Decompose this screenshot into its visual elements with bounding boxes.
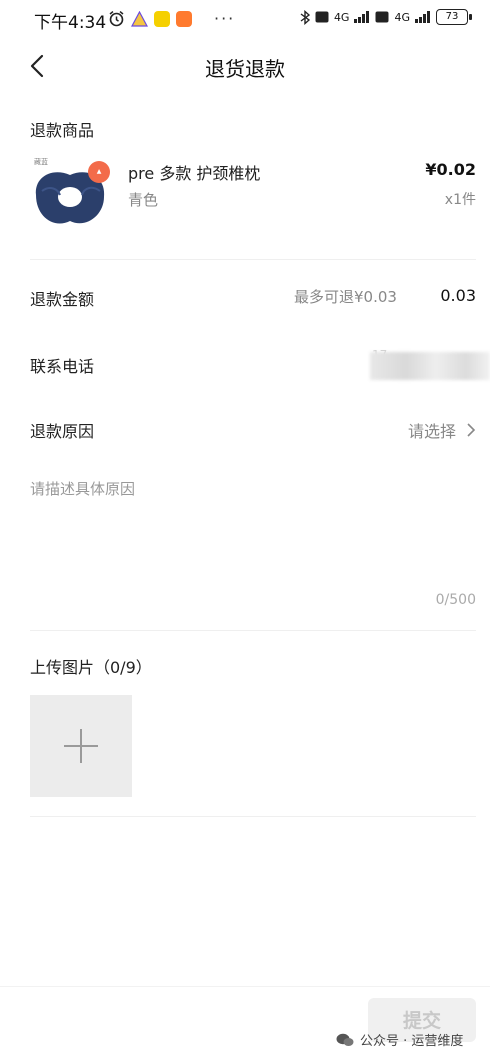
description-textarea[interactable] <box>30 478 476 614</box>
watermark-text: 公众号 · 运营维度 <box>360 1034 464 1049</box>
more-notifications-icon: ··· <box>214 9 236 28</box>
product-variant: 青色 <box>128 191 159 209</box>
divider <box>30 630 476 631</box>
promo-badge: ▲ <box>88 161 110 183</box>
wechat-icon <box>336 1033 354 1046</box>
hd-icon <box>315 11 329 23</box>
signal-icon <box>415 11 430 23</box>
divider <box>30 816 476 817</box>
status-bar: 下午4:34 ··· 4G 4G 73 <box>0 0 490 38</box>
signal-icon <box>354 11 370 23</box>
product-quantity: x1件 <box>444 192 476 208</box>
status-icons-right: 4G 4G 73 <box>300 9 472 25</box>
battery-icon: 73 <box>436 9 472 25</box>
chevron-right-icon <box>467 423 476 437</box>
hd-icon <box>375 11 389 23</box>
thumbnail-brand-mark: 藏蓝 <box>34 158 48 166</box>
upload-title: 上传图片（0/9） <box>30 658 152 677</box>
phone-redaction-blur <box>370 352 490 380</box>
refund-amount-input[interactable]: 0.03 <box>440 286 476 305</box>
status-time: 下午4:34 <box>34 13 107 33</box>
network-type-1: 4G <box>333 10 350 24</box>
status-icons-left: ··· <box>108 9 235 28</box>
navigation-bar: 退货退款 <box>0 40 490 92</box>
plus-icon <box>80 729 82 763</box>
watermark: 公众号 · 运营维度 <box>336 1030 463 1049</box>
product-card[interactable]: 藏蓝 ▲ pre 多款 护颈椎枕 青色 ¥0.02 x1件 <box>30 155 476 240</box>
refund-amount-label: 退款金额 <box>30 290 95 309</box>
app-icon <box>154 10 170 27</box>
refund-reason-label: 退款原因 <box>30 422 95 441</box>
character-counter: 0/500 <box>435 592 476 608</box>
product-name: pre 多款 护颈椎枕 <box>128 164 261 183</box>
page-title: 退货退款 <box>205 57 285 81</box>
max-refund-text: 最多可退¥0.03 <box>294 288 397 306</box>
contact-phone-label: 联系电话 <box>30 357 95 376</box>
app-icon <box>131 10 148 27</box>
product-price: ¥0.02 <box>425 160 476 179</box>
refund-reason-select[interactable]: 请选择 <box>408 418 476 442</box>
upload-image-button[interactable] <box>30 695 132 797</box>
product-thumbnail: 藏蓝 ▲ <box>30 155 112 235</box>
bluetooth-icon <box>300 9 310 25</box>
app-icon <box>176 10 192 27</box>
refund-product-title: 退款商品 <box>30 121 95 140</box>
refund-reason-placeholder: 请选择 <box>407 422 456 441</box>
divider <box>30 259 476 260</box>
network-type-2: 4G <box>394 10 410 24</box>
alarm-icon <box>109 11 124 27</box>
